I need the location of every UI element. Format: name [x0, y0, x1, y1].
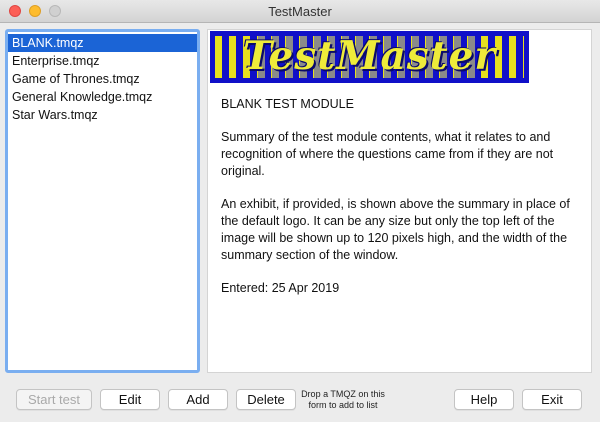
list-item[interactable]: Game of Thrones.tmqz — [8, 70, 197, 88]
add-button[interactable]: Add — [168, 389, 228, 410]
list-item[interactable]: Star Wars.tmqz — [8, 106, 197, 124]
summary-panel: TestMaster BLANK TEST MODULE Summary of … — [207, 29, 592, 373]
testmaster-logo: TestMaster — [210, 31, 529, 83]
module-summary: BLANK TEST MODULE Summary of the test mo… — [221, 96, 581, 313]
entered-date: Entered: 25 Apr 2019 — [221, 281, 340, 295]
delete-button[interactable]: Delete — [236, 389, 296, 410]
summary-paragraph: An exhibit, if provided, is shown above … — [221, 197, 570, 262]
logo-text: TestMaster — [242, 33, 497, 79]
window-title: TestMaster — [268, 4, 332, 19]
module-list[interactable]: BLANK.tmqz Enterprise.tmqz Game of Thron… — [5, 29, 200, 373]
title-bar: TestMaster — [0, 0, 600, 23]
drop-hint: Drop a TMQZ on this form to add to list — [301, 389, 385, 410]
exit-button[interactable]: Exit — [522, 389, 582, 410]
start-test-button[interactable]: Start test — [16, 389, 92, 410]
summary-heading: BLANK TEST MODULE — [221, 97, 354, 111]
list-item[interactable]: General Knowledge.tmqz — [8, 88, 197, 106]
summary-paragraph: Summary of the test module contents, wha… — [221, 130, 554, 178]
list-item[interactable]: BLANK.tmqz — [8, 34, 197, 52]
app-window: TestMaster BLANK.tmqz Enterprise.tmqz Ga… — [0, 0, 600, 422]
list-item[interactable]: Enterprise.tmqz — [8, 52, 197, 70]
help-button[interactable]: Help — [454, 389, 514, 410]
edit-button[interactable]: Edit — [100, 389, 160, 410]
